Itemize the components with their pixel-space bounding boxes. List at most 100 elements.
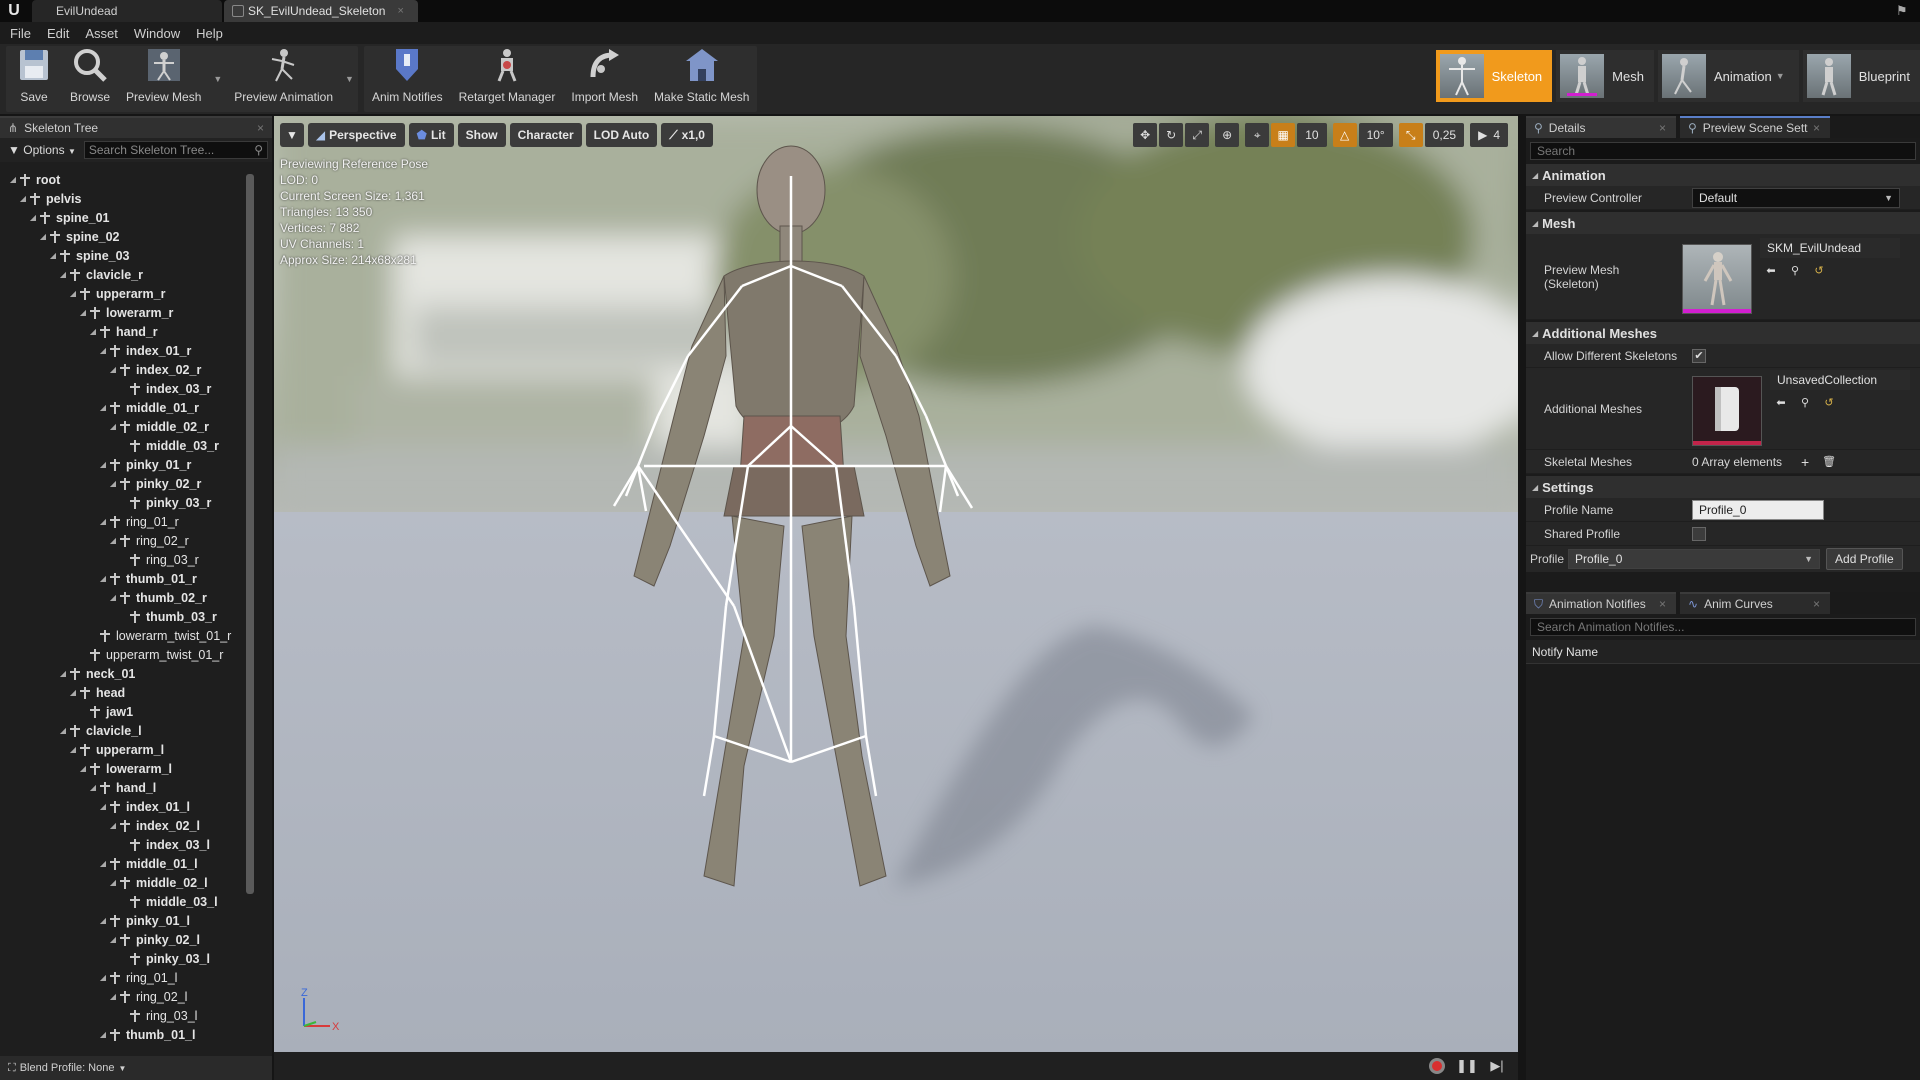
expand-arrow-icon[interactable]: ◢ (98, 460, 108, 469)
browse-search-icon[interactable]: ⚲ (1798, 396, 1812, 410)
additional-meshes-picker[interactable]: UnsavedCollection (1770, 369, 1910, 390)
expand-arrow-icon[interactable]: ◢ (88, 783, 98, 792)
preview-animation-button[interactable]: Preview Animation (226, 46, 341, 112)
expand-arrow-icon[interactable]: ◢ (108, 365, 118, 374)
bone-tree-item[interactable]: upperarm_twist_01_r (0, 645, 250, 664)
preview-mesh-picker[interactable]: SKM_EvilUndead (1760, 237, 1900, 258)
retarget-manager-button[interactable]: Retarget Manager (451, 46, 564, 112)
bone-tree-item[interactable]: ◢ thumb_02_r (0, 588, 250, 607)
expand-arrow-icon[interactable]: ◢ (98, 574, 108, 583)
expand-arrow-icon[interactable]: ◢ (8, 175, 18, 184)
expand-arrow-icon[interactable]: ◢ (108, 992, 118, 1001)
bone-tree-item[interactable]: middle_03_l (0, 892, 250, 911)
bone-tree-item[interactable]: ◢ index_01_r (0, 341, 250, 360)
bone-tree-item[interactable]: ◢ pinky_02_r (0, 474, 250, 493)
skeleton-search-input[interactable]: Search Skeleton Tree... ⚲ (83, 141, 268, 159)
character-button[interactable]: Character (509, 123, 582, 147)
document-tab-evilundead[interactable]: EvilUndead (32, 0, 222, 22)
preview-animation-dropdown-icon[interactable]: ▼ (345, 74, 354, 84)
bone-tree-item[interactable]: ◢ middle_01_r (0, 398, 250, 417)
expand-arrow-icon[interactable]: ◢ (98, 916, 108, 925)
bone-tree-item[interactable]: ring_03_r (0, 550, 250, 569)
reset-arrow-icon[interactable]: ↺ (1812, 264, 1826, 278)
tab-animation-notifies[interactable]: ⛉ Animation Notifies × (1526, 592, 1676, 614)
lit-button[interactable]: ⬟ Lit (408, 123, 454, 147)
browse-search-icon[interactable]: ⚲ (1788, 264, 1802, 278)
expand-arrow-icon[interactable]: ◢ (38, 232, 48, 241)
bone-tree-item[interactable]: pinky_03_l (0, 949, 250, 968)
tab-preview-scene-settings[interactable]: ⚲ Preview Scene Sett × (1680, 116, 1830, 138)
close-icon[interactable]: × (257, 121, 264, 135)
expand-arrow-icon[interactable]: ◢ (68, 688, 78, 697)
bone-tree-item[interactable]: ◢ thumb_01_l (0, 1025, 250, 1044)
expand-arrow-icon[interactable]: ◢ (108, 878, 118, 887)
viewport-options-button[interactable]: ▼ (280, 123, 304, 147)
show-button[interactable]: Show (457, 123, 506, 147)
allow-different-skeletons-checkbox[interactable]: ✔ (1692, 348, 1706, 363)
options-button[interactable]: ▼ Options ▼ (8, 143, 76, 157)
bone-tree-item[interactable]: ◢thumb_02_l (0, 1044, 250, 1046)
bone-tree-item[interactable]: ◢ upperarm_r (0, 284, 250, 303)
skeleton-tree-tab[interactable]: ⋔ Skeleton Tree × (0, 116, 272, 138)
category-animation[interactable]: ◢ Animation (1526, 164, 1920, 186)
use-selected-arrow-icon[interactable]: ⬅ (1764, 264, 1778, 278)
bone-tree-item[interactable]: ◢ pinky_01_l (0, 911, 250, 930)
close-icon[interactable]: × (1813, 121, 1820, 135)
expand-arrow-icon[interactable]: ◢ (18, 194, 28, 203)
delete-all-icon[interactable]: 🗑 (1822, 455, 1836, 469)
mode-animation-button[interactable]: Animation ▼ (1657, 50, 1799, 102)
bone-tree-item[interactable]: ◢ index_02_l (0, 816, 250, 835)
surface-snap-icon[interactable]: ⌖ (1245, 123, 1270, 147)
tab-details[interactable]: ⚲ Details × (1526, 116, 1676, 138)
bone-tree-item[interactable]: ◢ pinky_01_r (0, 455, 250, 474)
bone-tree-item[interactable]: ◢ hand_l (0, 778, 250, 797)
mode-blueprint-button[interactable]: Blueprint (1802, 50, 1920, 102)
expand-arrow-icon[interactable]: ◢ (98, 973, 108, 982)
step-forward-button[interactable]: ▶| (1486, 1055, 1508, 1077)
record-button[interactable] (1426, 1055, 1448, 1077)
expand-arrow-icon[interactable]: ◢ (88, 327, 98, 336)
close-icon[interactable]: × (1659, 121, 1666, 135)
rotation-snap-value[interactable]: 10° (1358, 123, 1393, 147)
menu-asset[interactable]: Asset (85, 26, 128, 41)
additional-meshes-thumbnail[interactable] (1692, 375, 1762, 446)
menu-file[interactable]: File (10, 26, 41, 41)
bone-tree-item[interactable]: ◢ upperarm_l (0, 740, 250, 759)
expand-arrow-icon[interactable]: ◢ (108, 593, 118, 602)
close-icon[interactable]: × (1659, 597, 1666, 611)
expand-arrow-icon[interactable]: ◢ (98, 517, 108, 526)
add-profile-button[interactable]: Add Profile (1826, 548, 1903, 570)
expand-arrow-icon[interactable]: ◢ (58, 726, 68, 735)
bone-tree-item[interactable]: ◢ ring_02_l (0, 987, 250, 1006)
world-space-icon[interactable]: ⊕ (1215, 123, 1240, 147)
expand-arrow-icon[interactable]: ◢ (108, 422, 118, 431)
tree-scrollbar[interactable] (246, 174, 254, 894)
bone-tree-item[interactable]: ◢ spine_02 (0, 227, 250, 246)
animation-mode-dropdown-icon[interactable]: ▼ (1776, 71, 1785, 81)
bone-tree-item[interactable]: ◢ neck_01 (0, 664, 250, 683)
bone-tree-item[interactable]: index_03_r (0, 379, 250, 398)
bone-tree-item[interactable]: ◢ index_02_r (0, 360, 250, 379)
close-icon[interactable]: × (1813, 597, 1820, 611)
bone-tree-item[interactable]: ◢ lowerarm_r (0, 303, 250, 322)
bone-tree-item[interactable]: pinky_03_r (0, 493, 250, 512)
preview-mesh-thumbnail[interactable] (1682, 243, 1752, 314)
bone-tree-item[interactable]: ◢ hand_r (0, 322, 250, 341)
bone-tree-item[interactable]: ◢ root (0, 170, 250, 189)
bone-tree-item[interactable]: ◢ thumb_01_r (0, 569, 250, 588)
tab-close-icon[interactable]: × (385, 5, 403, 17)
lod-button[interactable]: LOD Auto (585, 123, 658, 147)
translate-icon[interactable]: ✥ (1133, 123, 1158, 147)
scale-icon[interactable]: ⤢ (1185, 123, 1210, 147)
mode-mesh-button[interactable]: Mesh (1556, 50, 1654, 102)
bone-tree-item[interactable]: ◢ ring_01_r (0, 512, 250, 531)
profile-name-input[interactable]: Profile_0 (1692, 499, 1824, 520)
notify-name-column-header[interactable]: Notify Name (1526, 640, 1920, 664)
bone-tree-item[interactable]: jaw1 (0, 702, 250, 721)
expand-arrow-icon[interactable]: ◢ (108, 935, 118, 944)
expand-arrow-icon[interactable]: ◢ (98, 346, 108, 355)
preview-mesh-dropdown-icon[interactable]: ▼ (213, 74, 222, 84)
expand-arrow-icon[interactable]: ◢ (48, 251, 58, 260)
expand-arrow-icon[interactable]: ◢ (68, 745, 78, 754)
bone-tree-item[interactable]: ◢ spine_03 (0, 246, 250, 265)
